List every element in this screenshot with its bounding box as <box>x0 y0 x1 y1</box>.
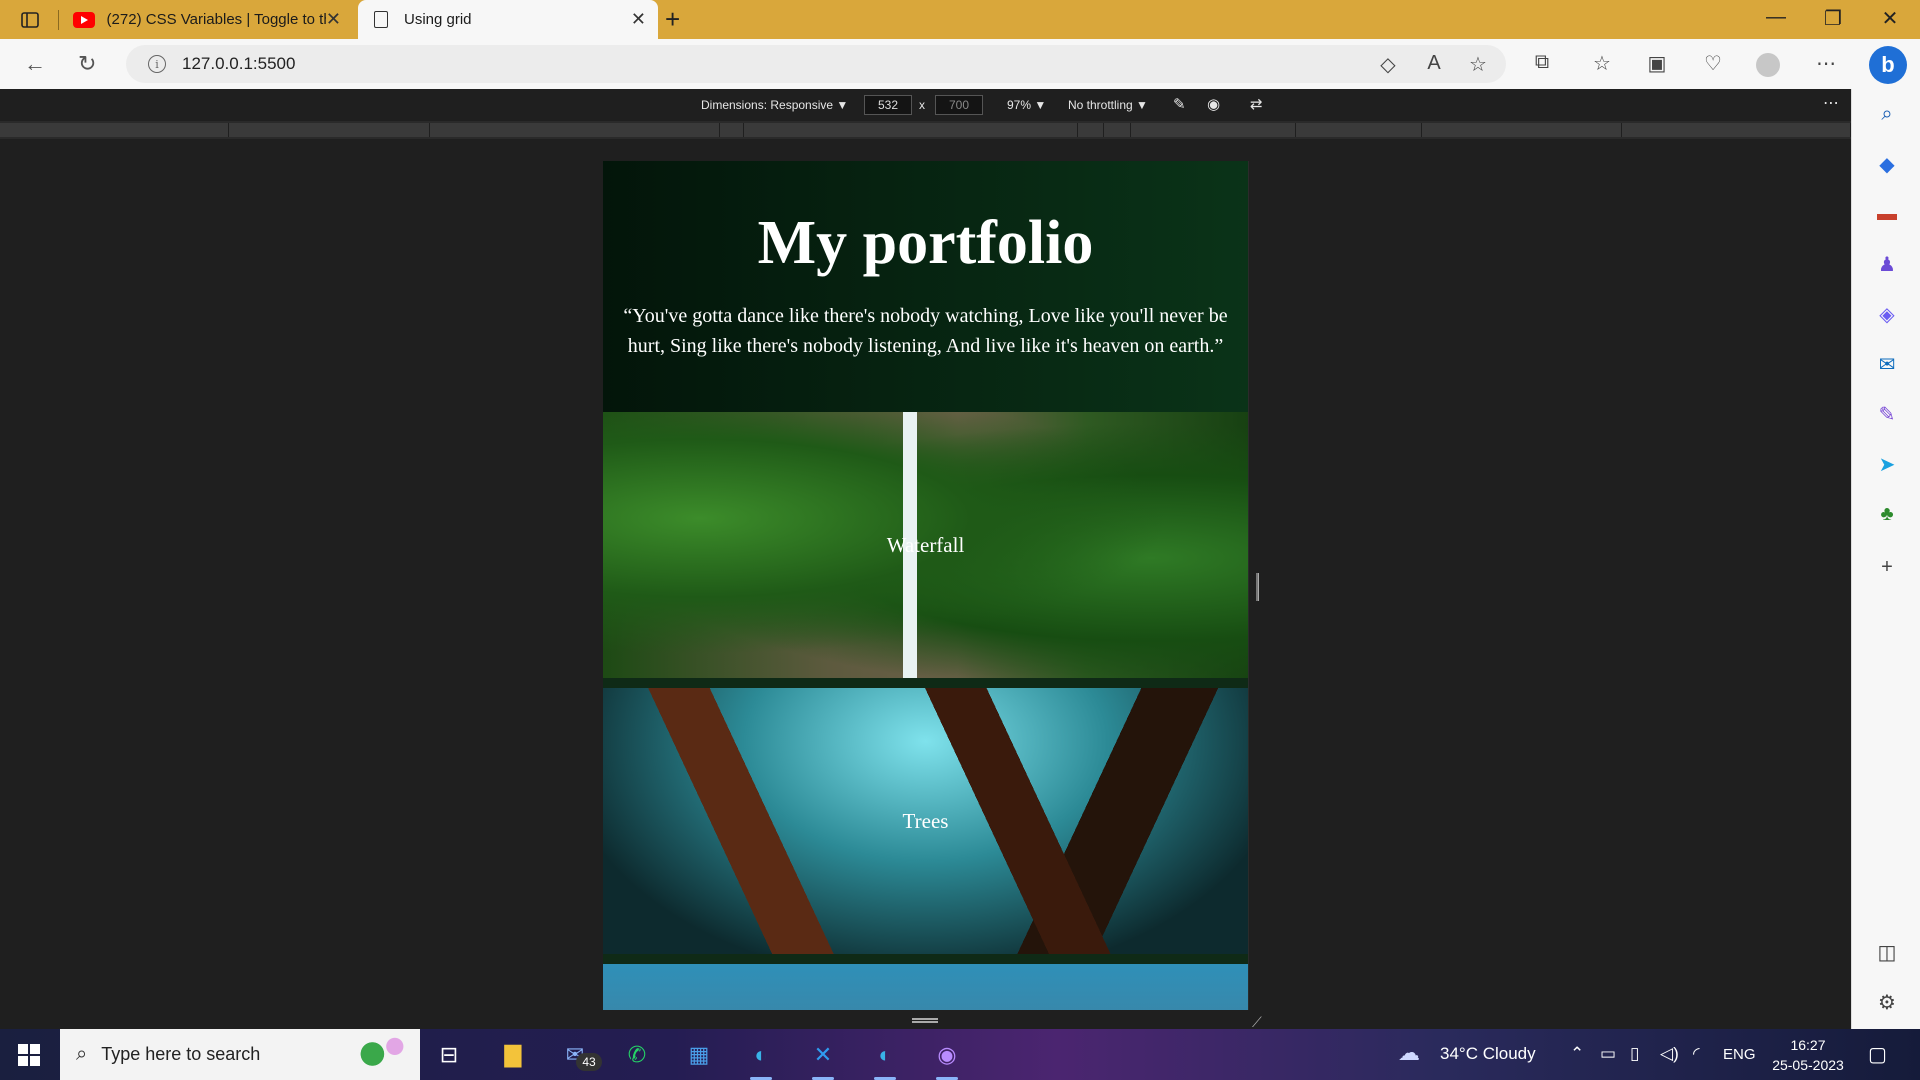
waterfall-card[interactable]: Waterfall <box>603 412 1248 678</box>
windows-taskbar: ⌕ Type here to search ⊟ ▇ ✉ ✆ ▦ ◐ ✕ ◐ ◉ … <box>0 1029 1920 1080</box>
media-query-ruler[interactable] <box>0 121 1851 139</box>
edge-sidebar: ⌕ ◆ ▬ ♟ ◈ ✉ ✎ ➤ ♣ + ◫ ⚙ <box>1851 89 1920 1029</box>
viewport-bottom-resize-handle[interactable] <box>912 1018 938 1023</box>
taskbar-search[interactable]: ⌕ Type here to search <box>60 1029 420 1080</box>
clock-time: 16:27 <box>1790 1037 1826 1053</box>
quote-text: “You've gotta dance like there's nobody … <box>623 305 1228 357</box>
close-window-button[interactable]: ✕ <box>1870 6 1910 31</box>
tab-separator <box>58 10 59 30</box>
search-icon: ⌕ <box>76 1043 88 1065</box>
volume-icon[interactable]: ◁) <box>1660 1044 1679 1064</box>
windows-start-icon[interactable] <box>18 1044 40 1066</box>
rotate-icon[interactable]: ⇄ <box>1250 95 1263 113</box>
page-title: My portfolio <box>757 209 1094 277</box>
clock-date: 25-05-2023 <box>1772 1057 1844 1073</box>
throttling-label: No throttling <box>1068 98 1133 112</box>
settings-icon[interactable]: ⚙ <box>1874 989 1900 1015</box>
devtools-more-icon[interactable]: ⋯ <box>1823 93 1839 113</box>
task-view-icon[interactable]: ⊟ <box>432 1038 466 1072</box>
mail-count-badge: 43 <box>576 1053 602 1071</box>
vision-icon[interactable]: ◉ <box>1207 95 1220 113</box>
device-icon[interactable]: ▯ <box>1630 1044 1639 1064</box>
weather-cloud-icon: ☁ <box>1398 1040 1420 1065</box>
dimensions-dropdown[interactable]: Dimensions: Responsive ▼ <box>701 98 848 112</box>
device-toolbar: Dimensions: Responsive ▼ 532 x 700 97% ▼… <box>0 89 1851 121</box>
show-hidden-icons[interactable]: ⌃ <box>1570 1044 1584 1064</box>
weather-text[interactable]: 34°C Cloudy <box>1440 1044 1536 1064</box>
edge-icon[interactable]: ◐ <box>744 1038 778 1080</box>
page-content: My portfolio “You've gotta dance like th… <box>603 161 1248 1010</box>
dimensions-label: Dimensions: Responsive <box>701 98 834 112</box>
refresh-icon[interactable]: ↻ <box>78 51 96 77</box>
close-tab-icon[interactable]: ✕ <box>326 9 341 30</box>
portfolio-header: My portfolio “You've gotta dance like th… <box>603 161 1248 412</box>
search-highlight-icon <box>350 1035 406 1073</box>
tab-title: Using grid <box>404 11 472 28</box>
add-favorite-icon[interactable]: ☆ <box>1464 52 1492 77</box>
read-aloud-icon[interactable]: A <box>1420 52 1448 75</box>
lake-card[interactable] <box>603 964 1248 1010</box>
tab-title: (272) CSS Variables | Toggle to th <box>106 11 326 28</box>
new-tab-button[interactable]: + <box>665 4 680 35</box>
designer-icon[interactable]: ✎ <box>1874 401 1900 427</box>
close-tab-icon[interactable]: ✕ <box>631 9 646 30</box>
browser-titlebar: (272) CSS Variables | Toggle to th ✕ Usi… <box>0 0 1920 39</box>
whatsapp-icon[interactable]: ✆ <box>620 1038 654 1072</box>
vscode-icon[interactable]: ✕ <box>806 1038 840 1080</box>
collections-icon[interactable]: ▣ <box>1643 51 1671 76</box>
viewport-resize-handle[interactable] <box>1256 573 1259 601</box>
card-label: Trees <box>902 808 949 833</box>
more-options-icon[interactable]: ⋯ <box>1812 51 1840 76</box>
extensions-icon[interactable]: ⧉ <box>1528 51 1556 74</box>
games-icon[interactable]: ♟ <box>1874 251 1900 277</box>
clock[interactable]: 16:27 25-05-2023 <box>1764 1035 1852 1075</box>
page-icon <box>374 11 388 28</box>
tools-icon[interactable]: ▬ <box>1874 201 1900 227</box>
tag-icon[interactable]: ◇ <box>1374 52 1402 77</box>
profile-avatar[interactable] <box>1756 53 1780 77</box>
bing-copilot-icon[interactable]: b <box>1869 46 1907 84</box>
tab-youtube[interactable]: (272) CSS Variables | Toggle to th ✕ <box>61 0 353 39</box>
microsoft-365-icon[interactable]: ◈ <box>1874 301 1900 327</box>
zoom-label: 97% <box>1007 98 1032 112</box>
favorites-icon[interactable]: ☆ <box>1588 51 1616 76</box>
send-icon[interactable]: ➤ <box>1874 451 1900 477</box>
card-label: Waterfall <box>886 532 965 557</box>
edge-dev-icon[interactable]: ◐ <box>868 1038 902 1080</box>
battery-icon[interactable]: ▭ <box>1600 1044 1616 1064</box>
hide-sidebar-icon[interactable]: ◫ <box>1874 939 1900 965</box>
add-icon[interactable]: + <box>1874 554 1900 580</box>
wifi-icon[interactable]: ◜ <box>1693 1044 1700 1064</box>
search-placeholder: Type here to search <box>101 1044 261 1064</box>
url-text[interactable]: 127.0.0.1:5500 <box>182 54 295 74</box>
minimize-button[interactable]: — <box>1756 6 1796 29</box>
shopping-icon[interactable]: ◆ <box>1874 151 1900 177</box>
language-indicator[interactable]: ENG <box>1723 1046 1756 1063</box>
address-bar[interactable]: i 127.0.0.1:5500 ◇ A ☆ <box>126 45 1506 83</box>
width-input[interactable]: 532 <box>864 95 912 115</box>
throttling-dropdown[interactable]: No throttling ▼ <box>1068 98 1148 112</box>
tree-icon[interactable]: ♣ <box>1874 501 1900 527</box>
outlook-icon[interactable]: ✉ <box>1874 351 1900 377</box>
file-explorer-icon[interactable]: ▇ <box>496 1038 530 1072</box>
tab-actions-icon[interactable] <box>18 8 42 32</box>
trees-card[interactable]: Trees <box>603 688 1248 954</box>
height-input[interactable]: 700 <box>935 95 983 115</box>
github-desktop-icon[interactable]: ◉ <box>930 1038 964 1080</box>
browser-toolbar: ← ↻ i 127.0.0.1:5500 ◇ A ☆ ⧉ ☆ ▣ ♡ ⋯ <box>0 39 1920 89</box>
site-info-icon[interactable]: i <box>148 55 166 73</box>
notifications-icon[interactable]: ▢ <box>1868 1042 1887 1067</box>
search-icon[interactable]: ⌕ <box>1874 101 1900 127</box>
browser-essentials-icon[interactable]: ♡ <box>1699 51 1727 76</box>
zoom-dropdown[interactable]: 97% ▼ <box>1007 98 1046 112</box>
back-arrow-icon[interactable]: ← <box>24 51 46 77</box>
tab-using-grid[interactable]: Using grid ✕ <box>358 0 658 39</box>
microsoft-store-icon[interactable]: ▦ <box>682 1038 716 1072</box>
dimension-times: x <box>919 98 925 112</box>
youtube-icon <box>73 11 95 28</box>
restore-button[interactable]: ❐ <box>1813 6 1853 31</box>
eyedropper-icon[interactable]: ✎ <box>1173 95 1186 113</box>
